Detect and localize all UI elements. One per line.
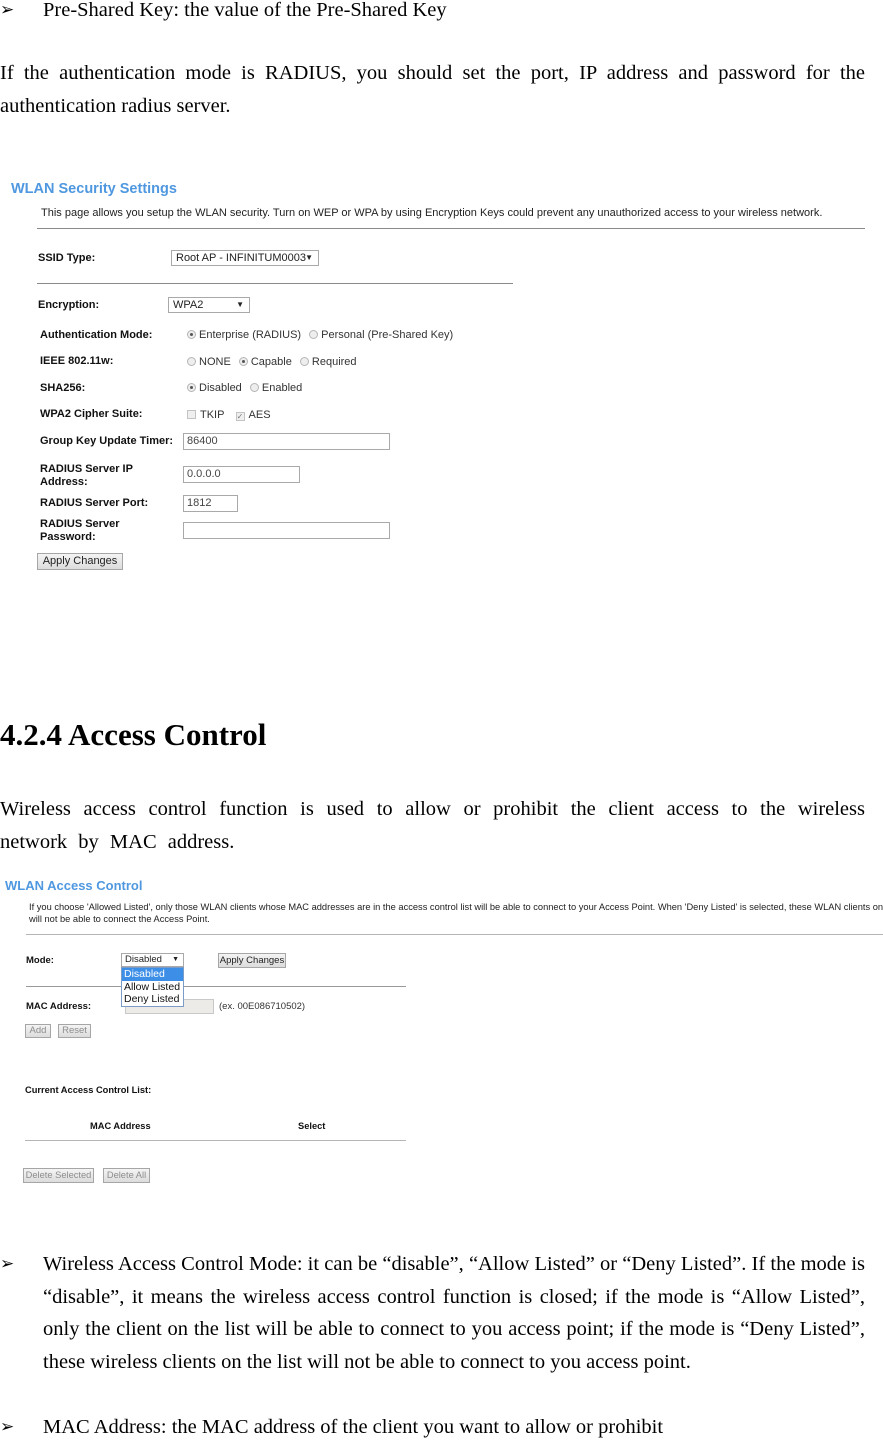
- delete-selected-button[interactable]: Delete Selected: [23, 1168, 94, 1183]
- radio-icon: [249, 383, 259, 392]
- mode-select[interactable]: Disabled ▼: [121, 953, 184, 967]
- radius-paragraph: If the authentication mode is RADIUS, yo…: [0, 62, 865, 117]
- divider: [26, 934, 883, 935]
- bullet-item: ➢ MAC Address: the MAC address of the cl…: [0, 1411, 865, 1444]
- access-control-title: WLAN Access Control: [5, 878, 143, 893]
- group-key-timer-label: Group Key Update Timer:: [40, 435, 174, 447]
- cipher-option-tkip[interactable]: TKIP: [187, 409, 224, 421]
- auth-mode-option-enterprise[interactable]: Enterprise (RADIUS): [187, 329, 301, 341]
- mode-option-allow-listed[interactable]: Allow Listed: [122, 981, 183, 994]
- group-key-timer-input[interactable]: 86400: [183, 433, 390, 450]
- wlan-access-control-panel: WLAN Access Control If you choose 'Allow…: [0, 872, 883, 1192]
- mode-option-disabled[interactable]: Disabled: [122, 968, 183, 981]
- encryption-label: Encryption:: [38, 299, 100, 311]
- encryption-select[interactable]: WPA2 ▼: [168, 297, 250, 313]
- checkbox-icon: [187, 410, 196, 419]
- mac-address-label: MAC Address:: [26, 1001, 92, 1012]
- checkbox-checked-icon: ✓: [235, 412, 245, 421]
- divider: [37, 228, 865, 229]
- ssid-type-label: SSID Type:: [38, 252, 96, 264]
- ieee80211w-label: IEEE 802.11w:: [40, 355, 114, 367]
- radio-selected-icon: [187, 330, 196, 339]
- ieee80211w-option-none[interactable]: NONE: [187, 356, 231, 368]
- ieee80211w-radio-group: NONE Capable Required: [187, 356, 362, 368]
- radio-icon: [299, 357, 309, 366]
- wlan-security-panel: WLAN Security Settings This page allows …: [0, 170, 883, 610]
- table-header-mac-address: MAC Address: [90, 1121, 151, 1131]
- chevron-down-icon: ▼: [236, 300, 244, 309]
- ssid-type-value: Root AP - INFINITUM0003: [176, 252, 307, 264]
- radius-password-input[interactable]: [183, 522, 390, 539]
- auth-mode-label: Authentication Mode:: [40, 329, 153, 341]
- intro-bullet-text: Pre-Shared Key: the value of the Pre-Sha…: [43, 0, 447, 21]
- section-heading: 4.2.4 Access Control: [0, 717, 267, 752]
- arrow-bullet-icon: ➢: [0, 1254, 15, 1273]
- radio-selected-icon: [238, 357, 248, 366]
- divider: [37, 283, 513, 284]
- radio-icon: [187, 357, 196, 366]
- chevron-down-icon: ▼: [172, 956, 179, 963]
- ieee80211w-option-required[interactable]: Required: [299, 356, 357, 368]
- radius-ip-label: RADIUS Server IP Address:: [40, 463, 133, 488]
- mode-select-value: Disabled: [125, 954, 162, 965]
- delete-all-button[interactable]: Delete All: [103, 1168, 150, 1183]
- cipher-suite-label: WPA2 Cipher Suite:: [40, 408, 143, 420]
- mode-label: Mode:: [26, 955, 54, 966]
- sha256-radio-group: Disabled Enabled: [187, 382, 307, 394]
- radius-port-input[interactable]: 1812: [183, 495, 238, 512]
- mode-option-deny-listed[interactable]: Deny Listed: [122, 993, 183, 1006]
- mac-address-hint: (ex. 00E086710502): [219, 1001, 306, 1012]
- table-divider: [25, 1140, 406, 1141]
- access-control-description: If you choose 'Allowed Listed', only tho…: [29, 902, 883, 924]
- ssid-type-select[interactable]: Root AP - INFINITUM0003 ▼: [171, 250, 319, 266]
- radius-port-label: RADIUS Server Port:: [40, 497, 149, 509]
- bullet-text-mode: Wireless Access Control Mode: it can be …: [43, 1253, 865, 1373]
- access-list-title: Current Access Control List:: [25, 1085, 152, 1095]
- ieee80211w-option-capable[interactable]: Capable: [238, 356, 292, 368]
- cipher-option-aes[interactable]: ✓ AES: [235, 409, 271, 421]
- cipher-suite-checkbox-group: TKIP ✓ AES: [187, 409, 276, 421]
- encryption-value: WPA2: [173, 299, 204, 311]
- table-header-select: Select: [298, 1121, 326, 1131]
- access-control-paragraph: Wireless access control function is used…: [0, 798, 865, 853]
- security-description: This page allows you setup the WLAN secu…: [41, 207, 823, 219]
- sha256-option-enabled[interactable]: Enabled: [249, 382, 302, 394]
- arrow-bullet-icon: ➢: [0, 0, 15, 19]
- auth-mode-option-personal[interactable]: Personal (Pre-Shared Key): [309, 329, 453, 341]
- security-title: WLAN Security Settings: [11, 181, 177, 197]
- sha256-label: SHA256:: [40, 382, 86, 394]
- bullet-item: ➢ Wireless Access Control Mode: it can b…: [0, 1248, 865, 1378]
- mode-dropdown-list: Disabled Allow Listed Deny Listed: [121, 967, 184, 1007]
- radius-password-label: RADIUS Server Password:: [40, 518, 120, 543]
- add-button[interactable]: Add: [25, 1024, 51, 1038]
- apply-changes-button[interactable]: Apply Changes: [218, 953, 286, 968]
- radio-icon: [309, 330, 319, 339]
- sha256-option-disabled[interactable]: Disabled: [187, 382, 242, 394]
- arrow-bullet-icon: ➢: [0, 1417, 15, 1436]
- radio-selected-icon: [187, 383, 196, 392]
- reset-button[interactable]: Reset: [58, 1024, 91, 1038]
- apply-changes-button[interactable]: Apply Changes: [37, 553, 123, 570]
- bullet-text-mac: MAC Address: the MAC address of the clie…: [43, 1416, 664, 1438]
- radius-ip-input[interactable]: 0.0.0.0: [183, 466, 300, 483]
- auth-mode-radio-group: Enterprise (RADIUS) Personal (Pre-Shared…: [187, 329, 458, 341]
- chevron-down-icon: ▼: [305, 253, 313, 262]
- divider: [26, 986, 406, 987]
